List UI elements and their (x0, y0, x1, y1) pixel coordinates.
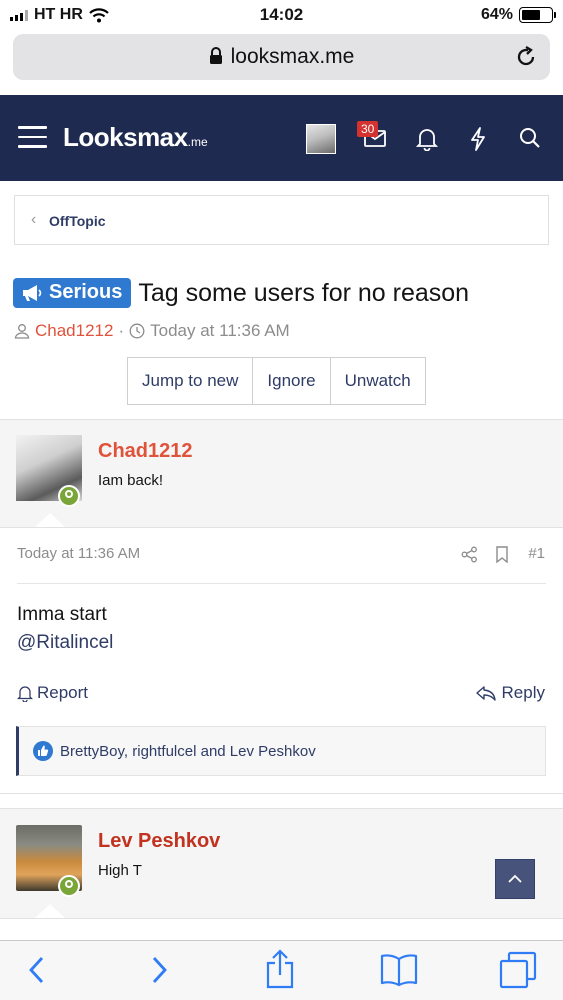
post-user-title: Iam back! (98, 472, 164, 489)
post-divider-2 (0, 918, 563, 919)
thread-date[interactable]: Today at 11:36 AM (150, 321, 290, 341)
thread-author[interactable]: Chad1212 (35, 321, 113, 341)
post-notch-2 (35, 904, 65, 918)
battery-percent: 64% (480, 6, 513, 23)
thread-actions: Jump to new Ignore Unwatch (127, 357, 426, 405)
logo-suffix: .me (187, 135, 208, 149)
inbox-badge: 30 (357, 121, 379, 137)
post-notch (35, 513, 65, 527)
url-display[interactable]: looksmax.me (13, 45, 550, 69)
post-user-title-2: High T (98, 862, 142, 879)
post-body-text: Imma start (17, 604, 107, 625)
online-status-icon-2 (58, 875, 80, 897)
breadcrumb-label[interactable]: OffTopic (49, 213, 106, 229)
bolt-icon[interactable] (469, 127, 487, 151)
battery-icon (519, 7, 556, 23)
report-button[interactable]: Report (17, 683, 88, 703)
post-username[interactable]: Chad1212 (98, 440, 193, 463)
prefix-label: Serious (49, 281, 123, 303)
status-time: 14:02 (259, 5, 304, 24)
chevron-up-icon (508, 874, 522, 883)
post-divider (0, 527, 563, 528)
report-label: Report (37, 683, 89, 702)
thread-title: Tag some users for no reason (138, 278, 470, 307)
online-status-icon (58, 485, 80, 507)
jump-to-new-button[interactable]: Jump to new (128, 358, 254, 404)
user-icon (14, 324, 30, 339)
site-logo[interactable]: Looksmax.me (63, 122, 208, 153)
reply-button[interactable]: Reply (475, 683, 545, 703)
post-user-header (0, 419, 563, 527)
breadcrumb[interactable]: ‹ OffTopic (14, 195, 549, 245)
tabs-icon[interactable] (499, 951, 537, 989)
share-sheet-icon[interactable] (264, 949, 296, 989)
bell-outline-icon (17, 685, 33, 702)
search-icon[interactable] (519, 127, 541, 149)
post-username-2[interactable]: Lev Peshkov (98, 830, 220, 853)
thread-meta: Chad1212 · Today at 11:36 AM (14, 321, 290, 341)
user-avatar[interactable] (306, 124, 336, 154)
logo-main: Looksmax (63, 122, 188, 152)
status-bar: HT HR 14:02 64% (0, 0, 563, 30)
address-bar[interactable]: looksmax.me (13, 34, 550, 80)
post-mention-link[interactable]: @Ritalincel (17, 632, 113, 654)
url-text: looksmax.me (230, 45, 355, 68)
reply-label: Reply (501, 683, 545, 702)
post-date[interactable]: Today at 11:36 AM (17, 545, 140, 562)
lock-icon (209, 47, 222, 64)
post-user-header-2 (0, 808, 563, 918)
post-header-divider (17, 583, 546, 584)
reactions-text[interactable]: BrettyBoy, rightfulcel and Lev Peshkov (60, 743, 316, 760)
bookmark-icon[interactable] (495, 546, 509, 563)
post-number[interactable]: #1 (528, 545, 545, 562)
share-icon[interactable] (461, 546, 478, 563)
reload-icon[interactable] (514, 45, 538, 69)
reply-icon (475, 686, 496, 701)
post-bottom-divider (0, 793, 563, 794)
thread-prefix-badge[interactable]: Serious (13, 278, 132, 308)
chevron-left-icon: ‹ (31, 211, 37, 228)
clock-icon (129, 323, 145, 339)
ignore-button[interactable]: Ignore (253, 358, 331, 404)
scroll-to-top-button[interactable] (495, 859, 535, 899)
like-icon (33, 741, 53, 761)
megaphone-icon (23, 284, 42, 301)
reactions-bar[interactable]: BrettyBoy, rightfulcel and Lev Peshkov (16, 726, 546, 776)
browser-toolbar (0, 940, 563, 1000)
status-right: 64% (480, 6, 556, 24)
meta-separator: · (118, 321, 125, 340)
menu-icon[interactable] (18, 126, 47, 155)
bookmarks-icon[interactable] (380, 953, 418, 987)
unwatch-button[interactable]: Unwatch (331, 358, 425, 404)
thread-title-row: Serious Tag some users for no reason (13, 278, 469, 308)
back-icon[interactable] (26, 955, 48, 985)
forward-icon[interactable] (148, 955, 170, 985)
bell-icon[interactable] (416, 127, 438, 151)
